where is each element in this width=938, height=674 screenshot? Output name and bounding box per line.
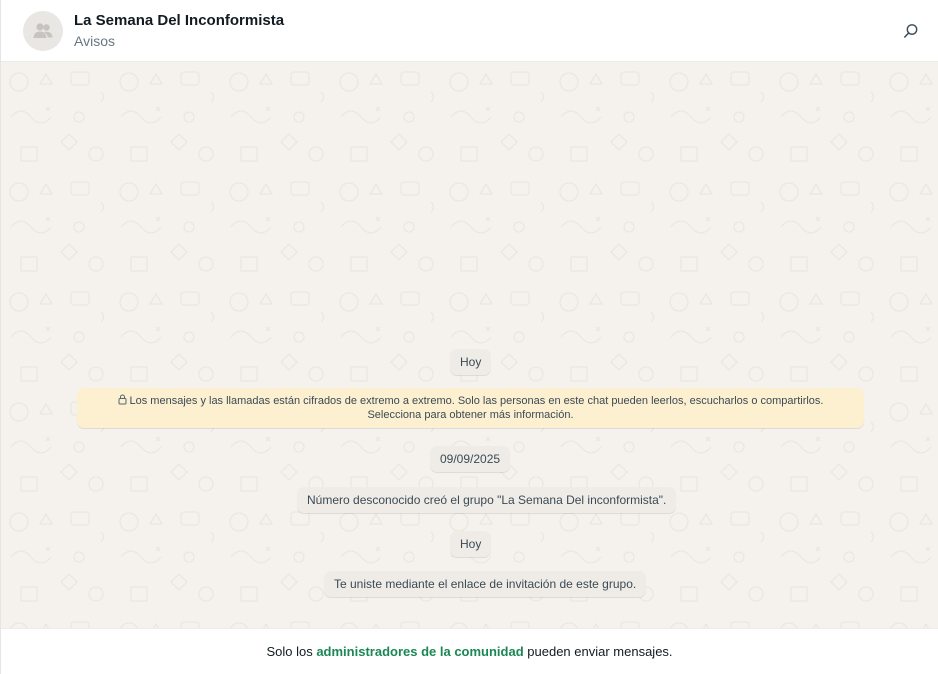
- chat-subtitle: Avisos: [74, 33, 115, 49]
- system-message: Número desconocido creó el grupo "La Sem…: [297, 487, 677, 513]
- search-icon: [904, 24, 918, 38]
- message-area[interactable]: Hoy Los mensajes y las llamadas están ci…: [1, 62, 938, 628]
- encryption-notice[interactable]: Los mensajes y las llamadas están cifrad…: [77, 388, 864, 428]
- chat-header: La Semana Del Inconformista Avisos: [1, 0, 938, 62]
- day-divider: Hoy: [450, 531, 492, 557]
- group-icon: [33, 23, 53, 38]
- community-admins-link[interactable]: administradores de la comunidad: [316, 644, 523, 659]
- group-avatar[interactable]: [23, 11, 63, 51]
- read-only-footer: Solo los administradores de la comunidad…: [1, 628, 938, 674]
- date-divider: 09/09/2025: [430, 446, 511, 472]
- chat-window: La Semana Del Inconformista Avisos Hoy L…: [0, 0, 938, 674]
- system-message: Te uniste mediante el enlace de invitaci…: [324, 571, 647, 597]
- chat-title[interactable]: La Semana Del Inconformista: [74, 12, 284, 29]
- lock-icon: [118, 394, 127, 405]
- day-divider: Hoy: [450, 349, 492, 375]
- footer-suffix: pueden enviar mensajes.: [527, 644, 673, 659]
- search-button[interactable]: [899, 19, 923, 43]
- footer-prefix: Solo los: [266, 644, 313, 659]
- encryption-notice-text: Los mensajes y las llamadas están cifrad…: [129, 395, 824, 421]
